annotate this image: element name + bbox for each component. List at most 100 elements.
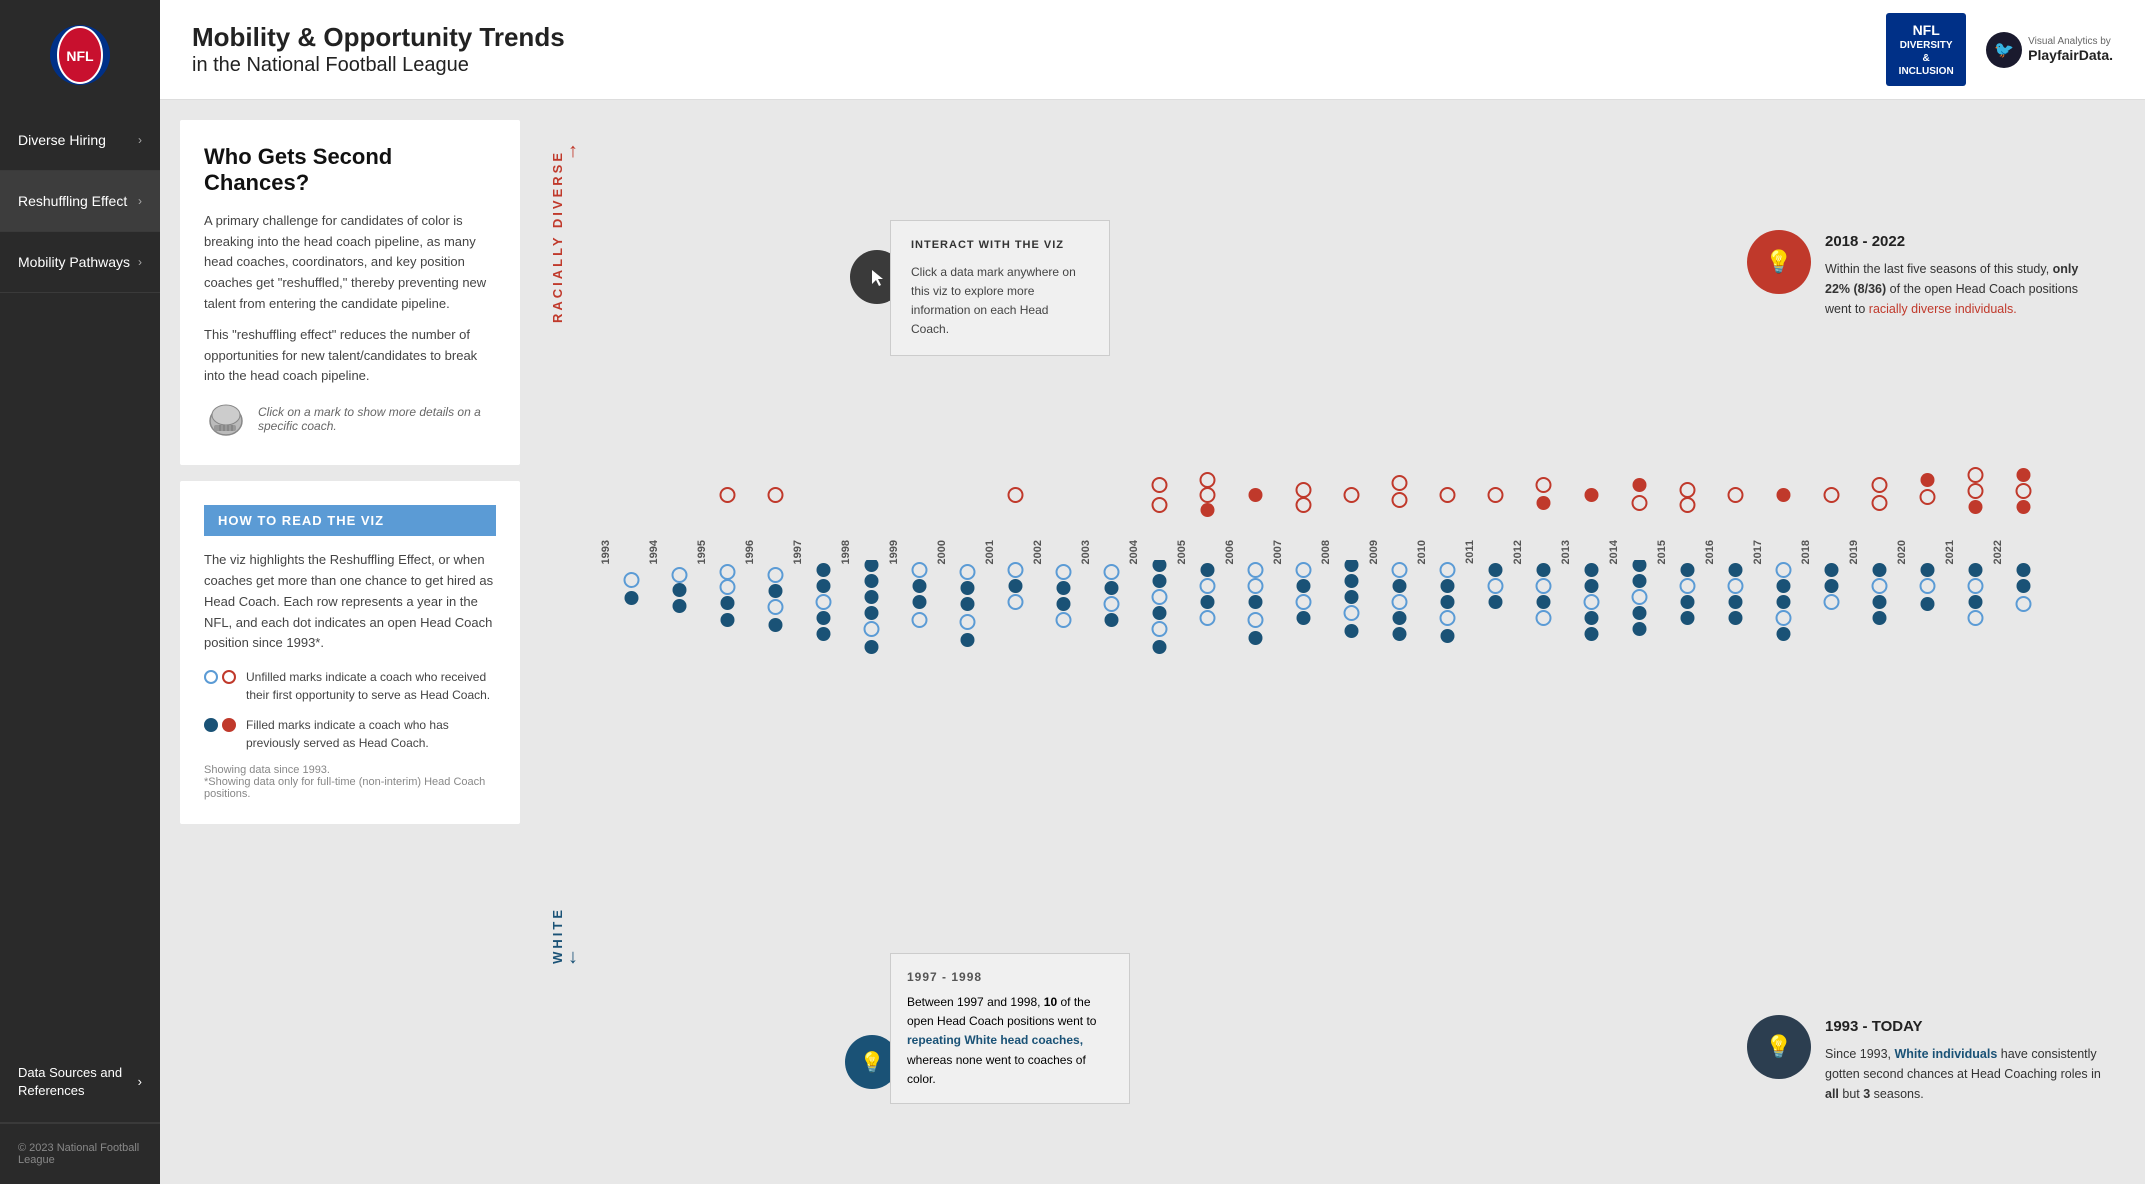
- dot-w-2012-1[interactable]: [1537, 563, 1551, 577]
- dot-w-2015-3[interactable]: [1681, 595, 1695, 609]
- dot-w-2004-6[interactable]: [1153, 640, 1167, 654]
- dot-w-2006-5[interactable]: [1249, 631, 1263, 645]
- dot-w-2010-2[interactable]: [1441, 579, 1455, 593]
- dot-rd-2019-1[interactable]: [1873, 478, 1887, 492]
- dot-w-1997-4[interactable]: [817, 611, 831, 625]
- dot-w-2000-3[interactable]: [961, 597, 975, 611]
- dot-w-2005-1[interactable]: [1201, 563, 1215, 577]
- dot-w-2015-4[interactable]: [1681, 611, 1695, 625]
- dot-w-1996-3[interactable]: [769, 600, 783, 614]
- dot-w-2017-5[interactable]: [1777, 627, 1791, 641]
- dot-w-2020-3[interactable]: [1921, 597, 1935, 611]
- dot-w-1999-3[interactable]: [913, 595, 927, 609]
- dot-w-1996-1[interactable]: [769, 568, 783, 582]
- dot-rd-2009-1[interactable]: [1393, 476, 1407, 490]
- dot-w-1998-4[interactable]: [865, 606, 879, 620]
- dot-w-2016-1[interactable]: [1729, 563, 1743, 577]
- dot-rd-2013-1[interactable]: [1585, 488, 1599, 502]
- dot-rd-2019-2[interactable]: [1873, 496, 1887, 510]
- dot-w-1997-1[interactable]: [817, 563, 831, 577]
- dot-w-2018-2[interactable]: [1825, 579, 1839, 593]
- dot-w-1994-1[interactable]: [673, 568, 687, 582]
- dot-w-2009-2[interactable]: [1393, 579, 1407, 593]
- dot-rd-2018-1[interactable]: [1825, 488, 1839, 502]
- dot-w-2014-3[interactable]: [1633, 590, 1647, 604]
- dot-w-2004-3[interactable]: [1153, 590, 1167, 604]
- dot-w-2005-4[interactable]: [1201, 611, 1215, 625]
- dot-rd-2017-1[interactable]: [1777, 488, 1791, 502]
- dot-w-2001-3[interactable]: [1009, 595, 1023, 609]
- dot-w-2006-2[interactable]: [1249, 579, 1263, 593]
- dot-w-2000-4[interactable]: [961, 615, 975, 629]
- dot-w-2013-1[interactable]: [1585, 563, 1599, 577]
- dot-rd-2020-2[interactable]: [1921, 490, 1935, 504]
- dot-w-2000-5[interactable]: [961, 633, 975, 647]
- dot-w-2008-3[interactable]: [1345, 590, 1359, 604]
- dot-w-2012-3[interactable]: [1537, 595, 1551, 609]
- dot-w-1995-1[interactable]: [721, 565, 735, 579]
- dot-w-2014-5[interactable]: [1633, 622, 1647, 636]
- dot-w-2011-3[interactable]: [1489, 595, 1503, 609]
- dot-w-2008-5[interactable]: [1345, 624, 1359, 638]
- dot-w-2004-1[interactable]: [1153, 560, 1167, 572]
- dot-w-1995-3[interactable]: [721, 596, 735, 610]
- dot-w-1999-2[interactable]: [913, 579, 927, 593]
- dot-w-1996-4[interactable]: [769, 618, 783, 632]
- dot-w-1995-4[interactable]: [721, 613, 735, 627]
- dot-w-2008-2[interactable]: [1345, 574, 1359, 588]
- dot-rd-2004-1[interactable]: [1153, 478, 1167, 492]
- dot-w-2004-5[interactable]: [1153, 622, 1167, 636]
- dot-rd-2001-1[interactable]: [1009, 488, 1023, 502]
- dot-w-2016-4[interactable]: [1729, 611, 1743, 625]
- dot-w-2010-5[interactable]: [1441, 629, 1455, 643]
- dot-w-2012-4[interactable]: [1537, 611, 1551, 625]
- dot-w-2022-1[interactable]: [2017, 563, 2031, 577]
- dot-w-2002-2[interactable]: [1057, 581, 1071, 595]
- dot-w-2006-3[interactable]: [1249, 595, 1263, 609]
- sidebar-item-data-sources[interactable]: Data Sources and References ›: [0, 1042, 160, 1123]
- dot-rd-2015-1[interactable]: [1681, 483, 1695, 497]
- dot-w-2022-2[interactable]: [2017, 579, 2031, 593]
- dot-w-2005-3[interactable]: [1201, 595, 1215, 609]
- dot-rd-2014-2[interactable]: [1633, 496, 1647, 510]
- dot-w-1998-6[interactable]: [865, 640, 879, 654]
- dot-w-2012-2[interactable]: [1537, 579, 1551, 593]
- dot-w-2017-4[interactable]: [1777, 611, 1791, 625]
- dot-w-2000-2[interactable]: [961, 581, 975, 595]
- dot-rd-2005-2[interactable]: [1201, 488, 1215, 502]
- dot-rd-2021-1[interactable]: [1969, 468, 1983, 482]
- dot-w-1999-1[interactable]: [913, 563, 927, 577]
- dot-w-2003-4[interactable]: [1105, 613, 1119, 627]
- dot-w-2016-3[interactable]: [1729, 595, 1743, 609]
- dot-rd-2016-1[interactable]: [1729, 488, 1743, 502]
- dot-w-2016-2[interactable]: [1729, 579, 1743, 593]
- dot-w-2002-4[interactable]: [1057, 613, 1071, 627]
- dot-w-1998-2[interactable]: [865, 574, 879, 588]
- dot-rd-2011-1[interactable]: [1489, 488, 1503, 502]
- dot-w-2010-1[interactable]: [1441, 563, 1455, 577]
- dot-rd-2009-2[interactable]: [1393, 493, 1407, 507]
- dot-rd-2007-2[interactable]: [1297, 498, 1311, 512]
- dot-w-2008-1[interactable]: [1345, 560, 1359, 572]
- dot-rd-2012-1[interactable]: [1537, 478, 1551, 492]
- dot-w-2015-1[interactable]: [1681, 563, 1695, 577]
- dot-rd-2004-2[interactable]: [1153, 498, 1167, 512]
- racially-diverse-dots-svg[interactable]: [600, 175, 2085, 525]
- dot-w-2003-1[interactable]: [1105, 565, 1119, 579]
- dot-rd-2020-1[interactable]: [1921, 473, 1935, 487]
- dot-rd-1995-1[interactable]: [721, 488, 735, 502]
- dot-w-2009-5[interactable]: [1393, 627, 1407, 641]
- dot-rd-2008-1[interactable]: [1345, 488, 1359, 502]
- dot-rd-2022-1[interactable]: [2017, 468, 2031, 482]
- dot-rd-2021-3[interactable]: [1969, 500, 1983, 514]
- dot-rd-1996-1[interactable]: [769, 488, 783, 502]
- dot-w-2009-3[interactable]: [1393, 595, 1407, 609]
- dot-w-2013-4[interactable]: [1585, 611, 1599, 625]
- dot-w-2021-1[interactable]: [1969, 563, 1983, 577]
- sidebar-item-diverse-hiring[interactable]: Diverse Hiring ›: [0, 110, 160, 171]
- dot-w-2002-1[interactable]: [1057, 565, 1071, 579]
- dot-w-1995-2[interactable]: [721, 580, 735, 594]
- dot-w-2013-2[interactable]: [1585, 579, 1599, 593]
- dot-rd-2006-1[interactable]: [1249, 488, 1263, 502]
- dot-w-2010-3[interactable]: [1441, 595, 1455, 609]
